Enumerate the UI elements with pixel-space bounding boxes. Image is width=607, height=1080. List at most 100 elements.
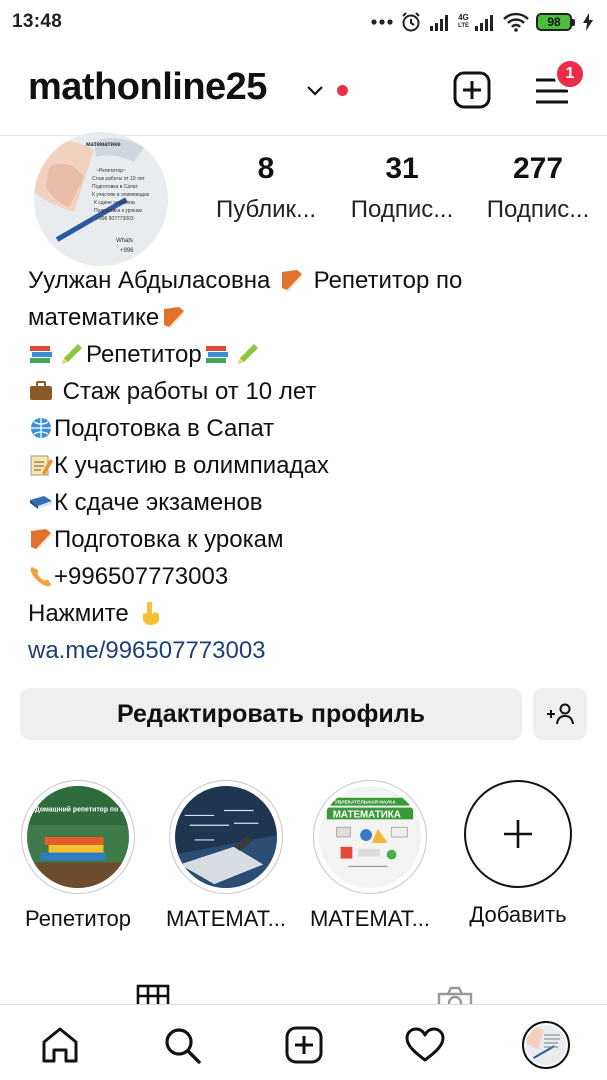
bio-name-line: Уулжан Абдыласовна Репетитор по bbox=[28, 262, 588, 299]
highlight-ring: УВЛЕКАТЕЛЬНАЯ НАУКА МАТЕМАТИКА bbox=[313, 780, 427, 894]
highlight-item[interactable]: УВЛЕКАТЕЛЬНАЯ НАУКА МАТЕМАТИКА МАТЕМАТ..… bbox=[300, 780, 440, 932]
profile-stats: 8 Публик... 31 Подпис... 277 Подпис... bbox=[204, 152, 600, 224]
avatar-text-line3: Стаж работы от 10 лет bbox=[92, 176, 146, 182]
status-icons: 4G LTE 98 bbox=[371, 11, 593, 33]
highlight-label: МАТЕМАТ... bbox=[309, 906, 430, 931]
profile-header: mathonline25 1 bbox=[0, 44, 607, 136]
status-bar: 13:48 4G LTE 98 bbox=[0, 0, 607, 44]
stat-following[interactable]: 277 Подпис... bbox=[476, 152, 600, 224]
highlight-image-math bbox=[175, 786, 277, 888]
bio-experience: Стаж работы от 10 лет bbox=[62, 378, 317, 405]
bio-lessons-line: Подготовка к урокам bbox=[28, 521, 588, 558]
grid-icon[interactable] bbox=[136, 984, 170, 1004]
briefcase-icon bbox=[30, 381, 52, 400]
bio-lessons: Подготовка к урокам bbox=[54, 526, 284, 553]
profile-avatar-nav[interactable] bbox=[522, 1021, 570, 1069]
avatar-text-line1: математике bbox=[86, 142, 121, 148]
bio-name: Уулжан Абдыласовна bbox=[28, 267, 271, 294]
stat-following-label: Подпис... bbox=[486, 196, 590, 223]
tagged-photos-icon[interactable] bbox=[436, 982, 474, 1004]
stat-followers[interactable]: 31 Подпис... bbox=[340, 152, 464, 224]
book-orange-icon bbox=[281, 270, 302, 292]
stat-posts[interactable]: 8 Публик... bbox=[204, 152, 328, 224]
plus-icon bbox=[504, 820, 532, 848]
bio-link-line: wa.me/996507773003 bbox=[28, 632, 588, 669]
highlight-add[interactable]: Добавить bbox=[448, 780, 588, 928]
pencil-icon bbox=[237, 344, 258, 364]
bio-title-line: математике bbox=[28, 299, 588, 336]
highlight-image-title: МАТЕМАТИКА bbox=[333, 809, 401, 820]
dots-icon bbox=[371, 18, 393, 26]
bio-experience-line: Стаж работы от 10 лет bbox=[28, 373, 588, 410]
bio-olympiad-line: К участию в олимпиадах bbox=[28, 447, 588, 484]
bio-whatsapp-link[interactable]: wa.me/996507773003 bbox=[28, 637, 266, 664]
bottom-nav bbox=[0, 1004, 607, 1080]
stat-followers-value: 31 bbox=[385, 152, 419, 185]
highlight-ring bbox=[169, 780, 283, 894]
highlight-ring: Домашний репетитор по Математике bbox=[21, 780, 135, 894]
avatar-text-line7: Подготовка к урокам bbox=[94, 208, 142, 214]
profile-avatar[interactable]: математике ~Репетитор~ Стаж работы от 10… bbox=[34, 132, 168, 266]
memo-icon bbox=[30, 455, 53, 476]
signal-icon-2 bbox=[474, 13, 496, 31]
bio-press: Нажмите bbox=[28, 600, 129, 627]
home-icon[interactable] bbox=[40, 1025, 80, 1065]
bio-tutor: Репетитор bbox=[86, 341, 202, 368]
bio-phone-line: +996507773003 bbox=[28, 558, 588, 595]
alarm-icon bbox=[400, 11, 422, 33]
status-time: 13:48 bbox=[12, 11, 63, 32]
add-user-icon bbox=[547, 703, 574, 725]
avatar-text-line9: Whats bbox=[116, 238, 133, 244]
add-icon[interactable] bbox=[284, 1025, 324, 1065]
pencil-icon bbox=[62, 344, 82, 364]
bio-sapat-line: Подготовка в Сапат bbox=[28, 410, 588, 447]
highlight-image-tutor: Домашний репетитор по Математике bbox=[27, 786, 129, 888]
discover-people-button[interactable] bbox=[533, 688, 587, 740]
stat-posts-value: 8 bbox=[257, 152, 275, 185]
highlight-image-fun-math: УВЛЕКАТЕЛЬНАЯ НАУКА МАТЕМАТИКА bbox=[319, 786, 421, 888]
point-down-icon bbox=[143, 602, 160, 625]
highlight-item[interactable]: Домашний репетитор по Математике Репетит… bbox=[8, 780, 148, 932]
bio-tutor-line: Репетитор bbox=[28, 336, 588, 373]
bio-exams-line: К сдаче экзаменов bbox=[28, 484, 588, 521]
stat-following-value: 277 bbox=[512, 152, 564, 185]
new-post-icon[interactable] bbox=[453, 71, 491, 109]
bio-title-a: Репетитор по bbox=[313, 267, 463, 294]
highlight-label: Репетитор bbox=[24, 906, 132, 931]
book-orange-icon bbox=[164, 307, 185, 329]
add-highlight-circle bbox=[464, 780, 572, 888]
stat-followers-label: Подпис... bbox=[350, 196, 454, 223]
bio-sapat: Подготовка в Сапат bbox=[54, 415, 275, 442]
username[interactable]: mathonline25 bbox=[28, 66, 267, 109]
wifi-icon bbox=[503, 12, 529, 32]
network-type: 4G LTE bbox=[458, 13, 469, 30]
avatar-text-line10: +996 bbox=[120, 248, 134, 254]
highlight-image-top: УВЛЕКАТЕЛЬНАЯ НАУКА bbox=[335, 800, 396, 806]
avatar-text-line5: К участию в олимпиадах bbox=[92, 192, 150, 198]
edit-profile-button[interactable]: Редактировать профиль bbox=[20, 688, 522, 740]
chevron-down-icon[interactable] bbox=[306, 84, 324, 102]
highlight-item[interactable]: МАТЕМАТ... bbox=[156, 780, 296, 932]
notification-badge: 1 bbox=[554, 58, 586, 90]
avatar-text-line8: +996 507773003 bbox=[96, 216, 134, 222]
bio-exams: К сдаче экзаменов bbox=[54, 489, 263, 516]
avatar-text-line2: ~Репетитор~ bbox=[96, 168, 126, 174]
phone-icon bbox=[30, 567, 51, 587]
books-icon bbox=[30, 346, 52, 363]
bio-phone: +996507773003 bbox=[54, 563, 229, 590]
profile-bio: Уулжан Абдыласовна Репетитор по математи… bbox=[28, 262, 588, 669]
bio-olympiad: К участию в олимпиадах bbox=[54, 452, 329, 479]
profile-tabs bbox=[0, 978, 607, 1004]
search-icon[interactable] bbox=[162, 1025, 202, 1065]
signal-icon bbox=[429, 13, 451, 31]
bio-title-b: математике bbox=[28, 304, 160, 331]
books-icon bbox=[205, 346, 228, 363]
globe-icon bbox=[31, 418, 51, 438]
heart-icon[interactable] bbox=[405, 1025, 445, 1065]
book-orange-icon bbox=[31, 529, 51, 551]
highlight-label: МАТЕМАТ... bbox=[165, 906, 286, 931]
account-alert-dot bbox=[337, 85, 348, 96]
avatar-text-line6: К сдаче экзамена bbox=[94, 200, 135, 206]
charging-icon bbox=[583, 13, 593, 31]
book-blue-icon bbox=[30, 496, 52, 509]
